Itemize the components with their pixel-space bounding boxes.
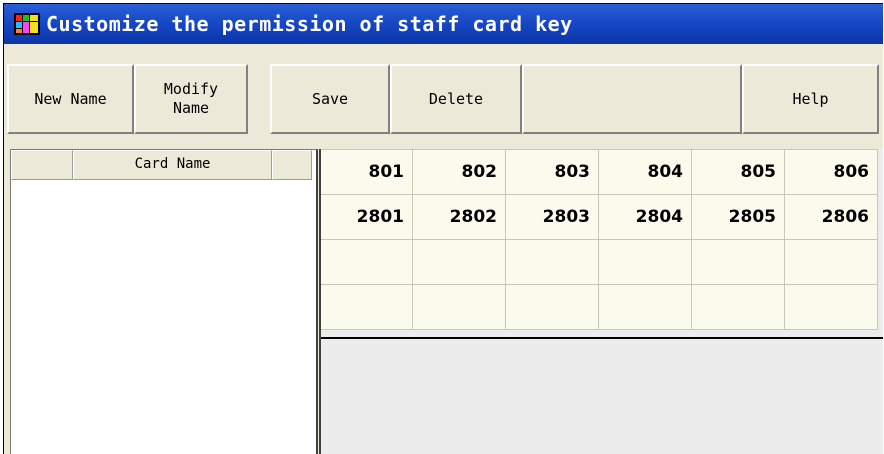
delete-button[interactable]: Delete xyxy=(390,64,522,134)
grid-cell[interactable] xyxy=(412,284,506,330)
grid-cell[interactable] xyxy=(319,239,413,285)
save-button[interactable]: Save xyxy=(270,64,390,134)
grid-cell[interactable] xyxy=(784,239,878,285)
grid-cell[interactable]: 802 xyxy=(412,149,506,195)
grid-cell[interactable] xyxy=(598,284,692,330)
grid-cell[interactable]: 2801 xyxy=(319,194,413,240)
grid-cell[interactable]: 2802 xyxy=(412,194,506,240)
grid-cell[interactable]: 2805 xyxy=(691,194,785,240)
grid-cell[interactable] xyxy=(505,239,599,285)
grid-cell[interactable]: 2806 xyxy=(784,194,878,240)
grid-cell[interactable] xyxy=(319,284,413,330)
list-header-blank xyxy=(11,150,73,180)
grid-row: 801 802 803 804 805 806 xyxy=(319,149,878,195)
modify-name-button[interactable]: Modify Name xyxy=(134,64,248,134)
grid-bottom-border xyxy=(319,337,883,339)
card-name-column-header[interactable]: Card Name xyxy=(73,150,272,180)
new-name-button[interactable]: New Name xyxy=(7,64,134,134)
grid-cell[interactable]: 806 xyxy=(784,149,878,195)
list-header-blank-right xyxy=(272,150,312,180)
app-window: Customize the permission of staff card k… xyxy=(3,3,883,454)
grid-row xyxy=(319,284,878,330)
grid-cell[interactable] xyxy=(412,239,506,285)
grid-cell[interactable] xyxy=(691,284,785,330)
permission-grid: 801 802 803 804 805 806 2801 2802 2803 2804 2805 28… xyxy=(319,149,878,330)
grid-cell[interactable]: 805 xyxy=(691,149,785,195)
grid-row xyxy=(319,239,878,285)
grid-cell[interactable]: 803 xyxy=(505,149,599,195)
grid-cell[interactable]: 801 xyxy=(319,149,413,195)
grid-cell[interactable] xyxy=(598,239,692,285)
window-title: Customize the permission of staff card k… xyxy=(46,12,573,36)
grid-left-border xyxy=(319,149,321,454)
toolbar-spacer xyxy=(522,64,742,134)
card-list-header: Card Name xyxy=(11,150,316,180)
grid-cell[interactable] xyxy=(784,284,878,330)
grid-cell[interactable] xyxy=(691,239,785,285)
grid-cell[interactable]: 2804 xyxy=(598,194,692,240)
grid-row: 2801 2802 2803 2804 2805 2806 xyxy=(319,194,878,240)
toolbar: New Name Modify Name Save Delete Help xyxy=(4,44,883,148)
title-bar: Customize the permission of staff card k… xyxy=(4,4,883,44)
grid-cell[interactable] xyxy=(505,284,599,330)
help-button[interactable]: Help xyxy=(742,64,879,134)
permission-grid-panel: 801 802 803 804 805 806 2801 2802 2803 2804 2805 28… xyxy=(319,149,883,454)
app-grid-icon xyxy=(14,13,40,35)
card-name-list[interactable]: Card Name xyxy=(10,149,318,454)
grid-cell[interactable]: 804 xyxy=(598,149,692,195)
grid-cell[interactable]: 2803 xyxy=(505,194,599,240)
